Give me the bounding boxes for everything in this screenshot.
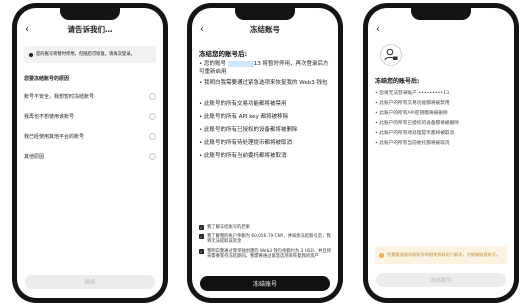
reason-section-title: 您要冻结账号的原因 (24, 76, 70, 82)
info-icon (29, 52, 33, 57)
page-title: 请告诉我们… (67, 25, 113, 34)
phone-notch (411, 8, 471, 20)
consequence-item: • 此账户的所有当前委托都将被取消 (375, 141, 450, 146)
freeze-account-button[interactable]: 冻结账号 (200, 276, 330, 291)
reason-label: 我已经使用其他平台的账号 (24, 134, 85, 140)
checkbox-checked-icon[interactable]: ✓ (199, 249, 204, 255)
info-notice: 您的账号将暂时停用，但随后可恢复。请再次登录。 (24, 46, 156, 63)
phone-frame-summary: ‹ 冻结您的账号后: • 您将无法登录账户 •••••••••13 • 此账户的… (363, 3, 519, 303)
consent-checkbox[interactable]: ✓ 我明白我通过我单独创建的 Web3 钱包余额约为 3 USD，并且将去需要等待… (199, 249, 332, 260)
warning-icon: ! (379, 252, 384, 258)
reason-label: 我再也不想使用该账号 (24, 114, 75, 120)
radio-button[interactable] (149, 153, 156, 160)
page-title: 冻结账号 (250, 25, 280, 34)
consequences-heading: 冻结您的账号后: (199, 50, 248, 58)
phone-frame-reason: ‹ 请告诉我们… 您的账号将暂时停用，但随后可恢复。请再次登录。 您要冻结账号的… (12, 3, 168, 303)
radio-button[interactable] (149, 93, 156, 100)
warning-banner: ! 您需要保留冻结账号的相关资料进行解冻，才能够恢复账号。 (375, 246, 507, 264)
consequences-heading: 冻结您的账号后: (375, 78, 420, 85)
screen-freeze-summary: ‹ 冻结您的账号后: • 您将无法登录账户 •••••••••13 • 此账户的… (368, 8, 514, 298)
consent-checkbox[interactable]: ✓ 我了解我的账户余额为 60,056.79 CNY，并知悉冻结账号后，我将无法提… (199, 234, 332, 245)
reason-label: 账号不安全，我想暂时冻结账号 (24, 94, 95, 100)
reason-option[interactable]: 其他原因 (24, 152, 156, 161)
checkbox-checked-icon[interactable]: ✓ (199, 225, 204, 231)
consequence-item: • 此账号的所有待处理提币都将被取消 (199, 140, 293, 146)
checkbox-checked-icon[interactable]: ✓ (199, 234, 204, 240)
screen-freeze-account: ‹ 冻结账号 冻结您的账号后: • 您的账号 ••••••••13 将暂时停用，… (192, 8, 338, 298)
warning-text: 您需要保留冻结账号的相关资料进行解冻，才能够恢复账号。 (387, 252, 501, 258)
consequence-item: • 此账户的所有交易功能都将被禁用 (375, 101, 450, 106)
reason-label: 其他原因 (24, 154, 45, 160)
consent-checkbox[interactable]: ✓ 我了解冻结账号的后果 (199, 225, 332, 231)
phone-notch (60, 8, 120, 20)
freeze-account-button[interactable]: 冻结账号 (376, 273, 506, 287)
user-lock-icon (380, 44, 402, 66)
radio-button[interactable] (149, 133, 156, 140)
reason-option[interactable]: 账号不安全，我想暂时冻结账号 (24, 92, 156, 101)
consequence-item: • 此账户的所有API密钥都将被删除 (375, 111, 448, 116)
consequence-item: • 此账号的所有 API key 都将被移除 (199, 114, 289, 120)
consequence-item: • 此账号的所有交易功能都将被禁用 (199, 101, 287, 107)
consequence-item: • 此账号的所有当前委托都将被取消 (199, 153, 287, 159)
masked-account: •••••••• (227, 61, 254, 67)
phone-notch (235, 8, 295, 20)
consequence-item: • 我明白我需要通过紧急选项来恢复我的 Web3 钱包 (199, 80, 328, 86)
consequence-item: • 此账号的所有已授权的设备都将被删除 (199, 127, 298, 133)
consequence-item: • 您将无法登录账户 •••••••••13 (375, 91, 450, 96)
consequence-item: • 您的账号 ••••••••13 将暂时停用，再次登录后方可重新启用 (199, 61, 329, 75)
notice-text: 您的账号将暂时停用，但随后可恢复。请再次登录。 (36, 51, 135, 57)
continue-button[interactable]: 继续 (25, 275, 155, 289)
reason-option[interactable]: 我已经使用其他平台的账号 (24, 132, 156, 141)
back-chevron-icon[interactable]: ‹ (376, 25, 380, 35)
reason-option[interactable]: 我再也不想使用该账号 (24, 112, 156, 121)
phone-frame-freeze: ‹ 冻结账号 冻结您的账号后: • 您的账号 ••••••••13 将暂时停用，… (187, 3, 343, 303)
radio-button[interactable] (149, 113, 156, 120)
screen-freeze-reason: ‹ 请告诉我们… 您的账号将暂时停用，但随后可恢复。请再次登录。 您要冻结账号的… (17, 8, 163, 298)
consequence-item: • 此账户的所有待处理提币都将被取消 (375, 131, 455, 136)
consequence-item: • 此账户的所有已授权的设备都将被删除 (375, 121, 459, 126)
